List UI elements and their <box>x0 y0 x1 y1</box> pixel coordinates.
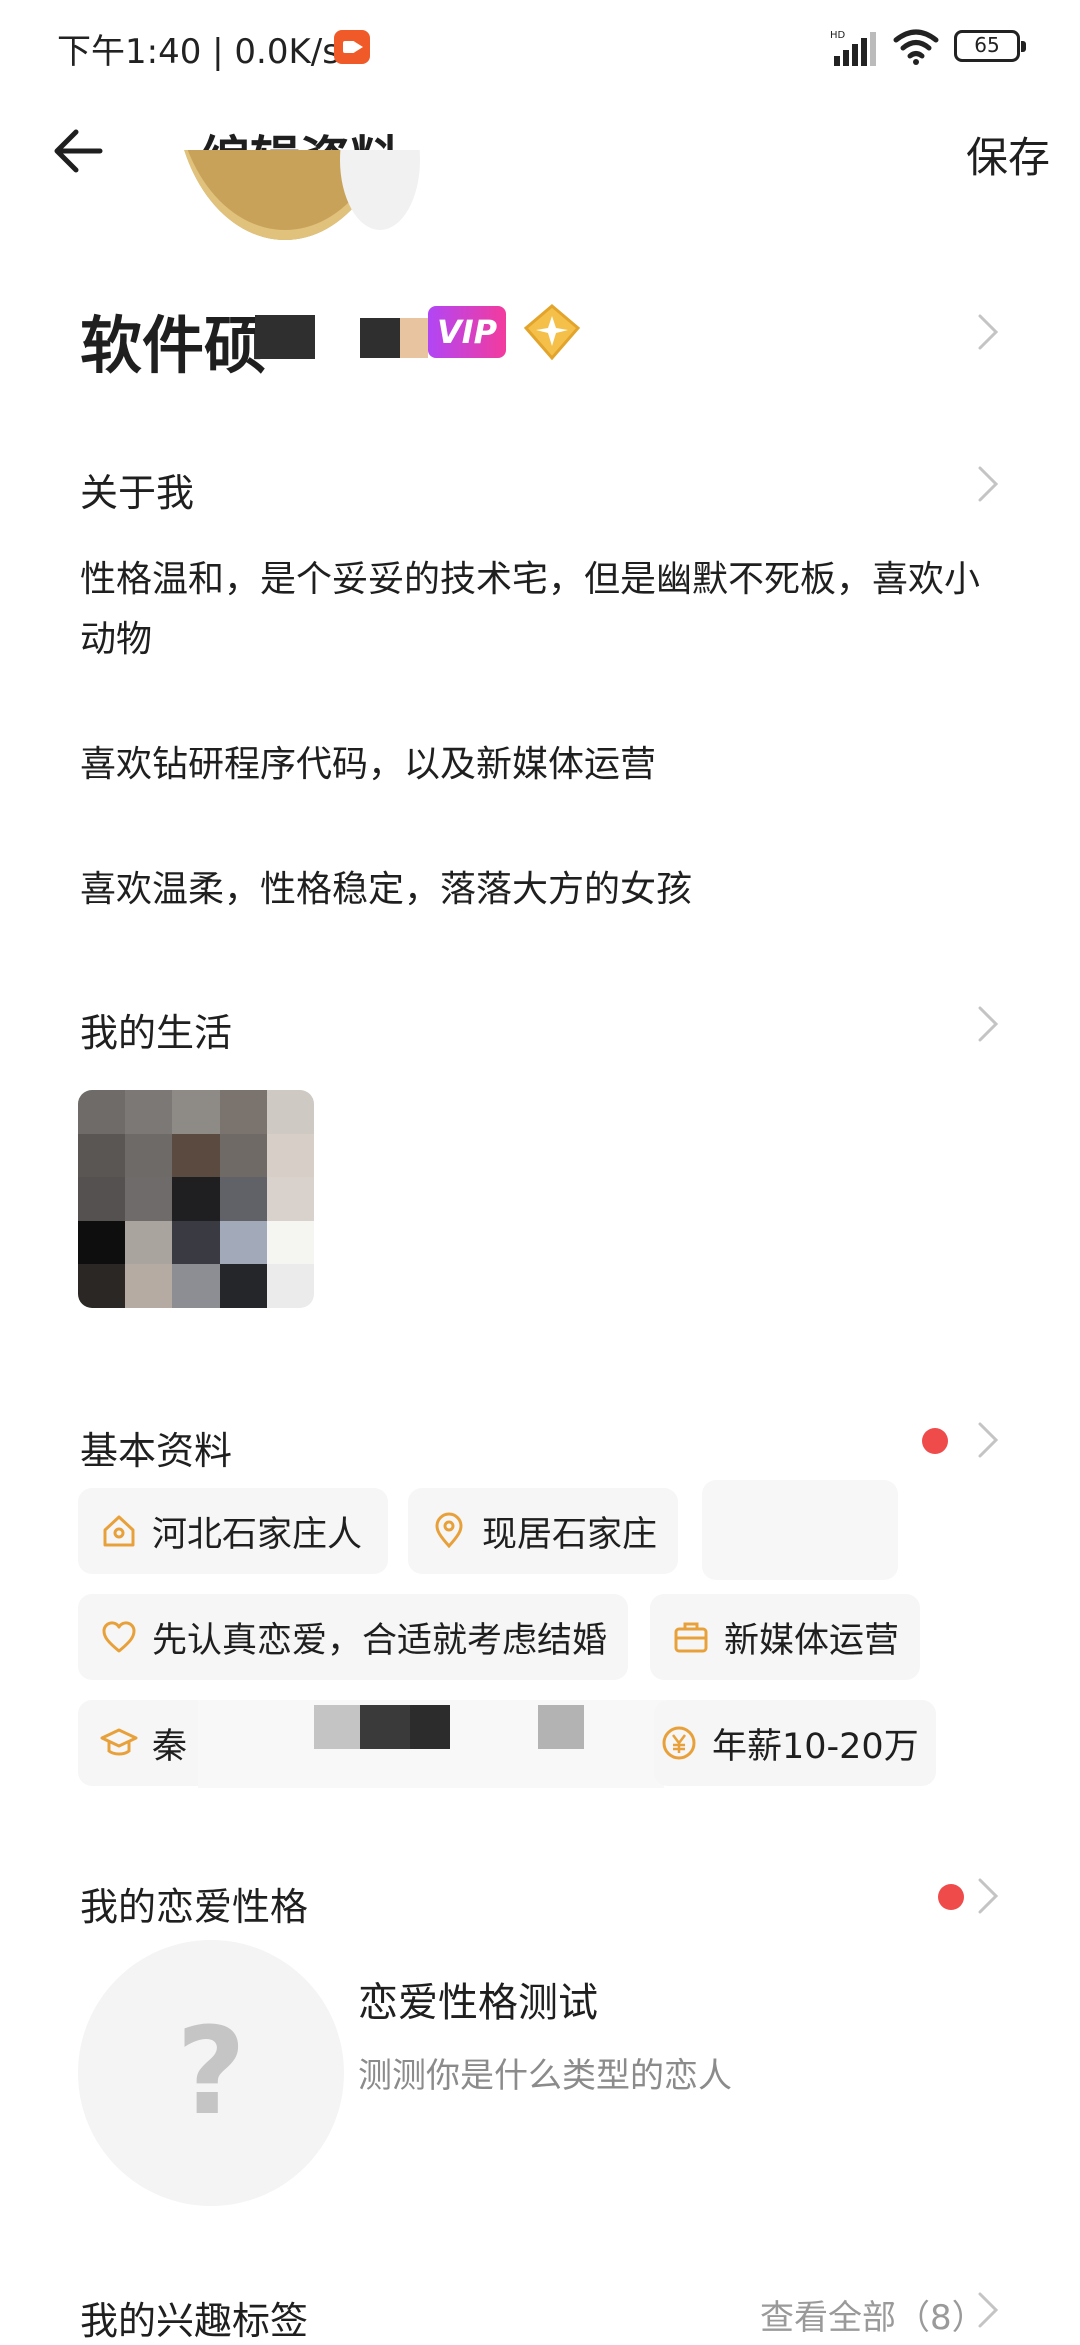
chevron-right-icon[interactable] <box>976 1004 1000 1044</box>
life-photo[interactable] <box>78 1090 314 1308</box>
tag-relationship-goal[interactable]: 先认真恋爱，合适就考虑结婚 <box>78 1594 628 1680</box>
signal-icon: HD <box>830 30 876 66</box>
diamond-icon <box>523 304 581 361</box>
name-redaction <box>400 318 428 358</box>
tag-label: 河北石家庄人 <box>152 1514 363 1555</box>
tag-redacted <box>314 1705 360 1749</box>
view-all-link[interactable]: 查看全部（8） <box>760 2290 986 2339</box>
profile-name: 软件硕 <box>80 309 267 382</box>
name-redaction <box>255 315 315 359</box>
chevron-right-icon[interactable] <box>976 1876 1000 1916</box>
yen-icon <box>662 1726 696 1760</box>
about-line: 喜欢温柔，性格稳定，落落大方的女孩 <box>80 869 693 910</box>
tag-label: 先认真恋爱，合适就考虑结婚 <box>152 1620 608 1661</box>
battery-icon: 65 <box>954 30 1026 62</box>
tag-redacted <box>360 1705 410 1749</box>
avatar-edit-badge[interactable] <box>340 150 420 240</box>
chevron-right-icon[interactable] <box>976 2290 1000 2330</box>
hometown-icon <box>103 1515 135 1547</box>
tag-redacted <box>702 1480 898 1580</box>
tag-income[interactable]: 年薪10-20万 <box>654 1700 936 1786</box>
question-placeholder-icon[interactable]: ? <box>78 1940 344 2206</box>
about-title: 关于我 <box>80 471 195 515</box>
status-time-speed: 下午1:40 | 0.0K/s <box>57 32 340 72</box>
personality-test-title[interactable]: 恋爱性格测试 <box>358 1970 598 2028</box>
about-line: 喜欢钻研程序代码，以及新媒体运营 <box>80 744 657 785</box>
chevron-right-icon[interactable] <box>976 312 1000 352</box>
save-button[interactable]: 保存 <box>966 124 1050 185</box>
tag-label: 秦 <box>152 1726 188 1767</box>
graduation-cap-icon <box>100 1728 138 1756</box>
briefcase-icon <box>674 1622 708 1653</box>
tag-hometown[interactable]: 河北石家庄人 <box>78 1488 388 1574</box>
screen-record-icon <box>334 30 370 64</box>
svg-text:HD: HD <box>830 30 846 41</box>
personality-test-subtitle: 测测你是什么类型的恋人 <box>358 2056 732 2096</box>
life-title: 我的生活 <box>80 1011 233 1055</box>
notification-dot <box>938 1884 964 1910</box>
tag-redacted <box>410 1705 450 1749</box>
love-personality-title: 我的恋爱性格 <box>80 1885 309 1929</box>
name-redaction <box>360 318 400 358</box>
interests-title: 我的兴趣标签 <box>80 2299 309 2343</box>
chevron-right-icon[interactable] <box>976 1420 1000 1460</box>
tag-label: 新媒体运营 <box>724 1620 900 1661</box>
tag-label: 年薪10-20万 <box>712 1726 919 1767</box>
basic-info-title: 基本资料 <box>80 1429 233 1473</box>
heart-icon <box>102 1621 136 1653</box>
notification-dot <box>922 1428 948 1454</box>
location-pin-icon <box>435 1512 463 1549</box>
vip-badge: VIP <box>428 306 506 358</box>
back-arrow-icon[interactable] <box>44 118 110 184</box>
tag-current-city[interactable]: 现居石家庄 <box>408 1488 678 1574</box>
about-line: 性格温和，是个妥妥的技术宅，但是幽默不死板，喜欢小动物 <box>80 559 981 660</box>
chevron-right-icon[interactable] <box>976 464 1000 504</box>
tag-occupation[interactable]: 新媒体运营 <box>650 1594 920 1680</box>
wifi-icon <box>893 29 939 65</box>
tag-label: 现居石家庄 <box>482 1514 658 1555</box>
tag-redacted <box>538 1705 584 1749</box>
